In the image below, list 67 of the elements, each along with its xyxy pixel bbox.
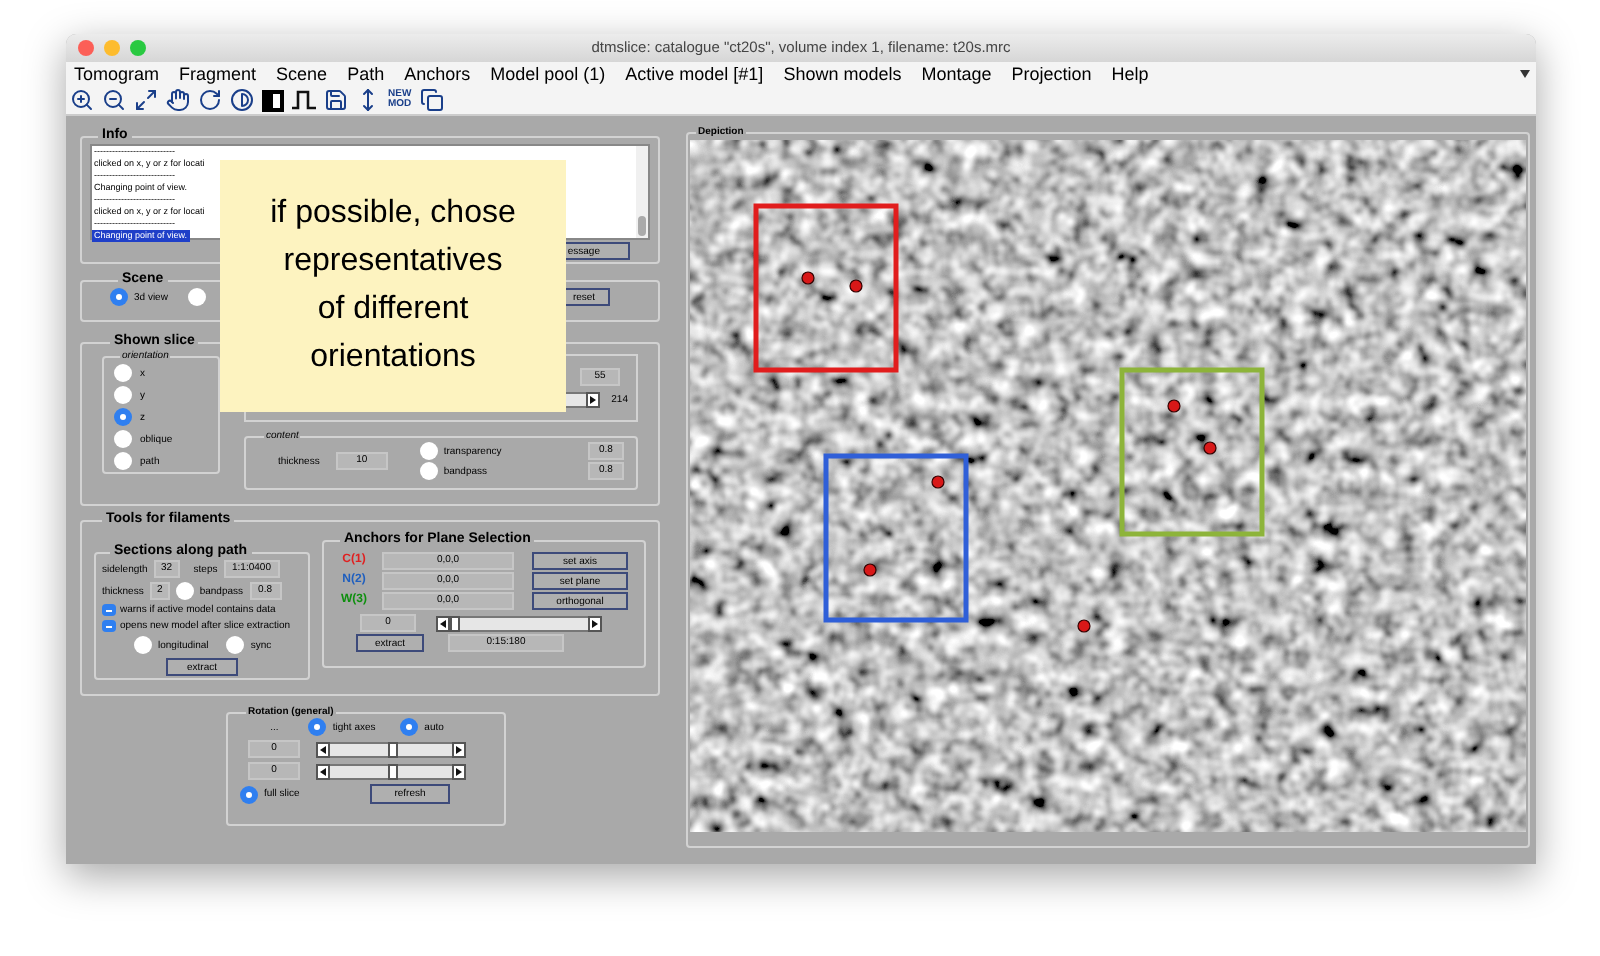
radio-button[interactable]	[419, 442, 438, 460]
radio-button[interactable]	[114, 408, 132, 426]
radio-button[interactable]	[134, 636, 152, 654]
radio-button[interactable]	[240, 785, 258, 803]
corner-arrow-icon	[1520, 70, 1530, 78]
checkbox[interactable]	[102, 604, 116, 616]
radio-button[interactable]	[114, 452, 132, 470]
right-triangle-icon	[456, 745, 462, 753]
scroll-right-button[interactable]	[588, 615, 602, 631]
menu-item[interactable]: Active model [#1]	[625, 63, 764, 85]
pulse-wave-icon[interactable]	[292, 90, 316, 110]
radio-button[interactable]	[226, 636, 245, 654]
scroll-left-button[interactable]	[316, 741, 330, 757]
scroll-left-button[interactable]	[436, 615, 450, 631]
marker-dot[interactable]	[801, 271, 815, 285]
checkbox[interactable]	[102, 620, 116, 632]
selection-box[interactable]	[753, 203, 899, 373]
selection-box[interactable]	[823, 453, 969, 623]
right-triangle-icon	[456, 767, 462, 775]
marker-dot[interactable]	[863, 563, 877, 577]
slider-thumb[interactable]	[387, 763, 397, 779]
scroll-left-button[interactable]	[316, 763, 330, 779]
radio-button[interactable]	[419, 462, 438, 480]
marker-dot[interactable]	[1167, 399, 1181, 413]
marker-dot[interactable]	[1203, 441, 1217, 455]
radio-button[interactable]	[110, 288, 128, 306]
rotate-icon[interactable]	[198, 88, 222, 112]
marker-dot[interactable]	[1077, 619, 1091, 633]
left-triangle-icon	[320, 745, 326, 753]
menu-item[interactable]: Help	[1111, 63, 1149, 85]
right-triangle-icon	[592, 619, 598, 627]
menu-item[interactable]: Tomogram	[74, 63, 160, 85]
save-icon[interactable]	[324, 88, 348, 112]
marker-dot[interactable]	[849, 279, 863, 293]
menu-item[interactable]: Anchors	[404, 63, 471, 85]
zoom-in-icon[interactable]	[70, 88, 94, 112]
scroll-right-button[interactable]	[452, 763, 466, 779]
menu-item[interactable]: Scene	[276, 63, 328, 85]
radio-button[interactable]	[400, 718, 419, 736]
scrollbar[interactable]	[636, 146, 648, 238]
hand-icon[interactable]	[166, 88, 190, 112]
zoom-out-icon[interactable]	[102, 88, 126, 112]
slider-thumb[interactable]	[450, 615, 461, 631]
menu-item[interactable]: Model pool (1)	[490, 63, 606, 85]
note-text: if possible, chose representatives of different orientations	[269, 194, 517, 378]
half-square-icon[interactable]	[262, 89, 284, 111]
radio-button[interactable]	[114, 430, 132, 448]
marker-dot[interactable]	[931, 475, 945, 489]
menu-item[interactable]: Fragment	[179, 63, 257, 85]
copy-icon[interactable]	[419, 88, 444, 112]
radio-button[interactable]	[187, 288, 206, 306]
left-triangle-icon	[440, 619, 446, 627]
right-triangle-icon	[589, 396, 596, 404]
menu-item[interactable]: Projection	[1011, 63, 1092, 85]
menu-item[interactable]: Shown models	[783, 63, 902, 85]
radio-button[interactable]	[114, 386, 132, 404]
slider-thumb[interactable]	[387, 741, 397, 757]
menu-item[interactable]: Path	[347, 63, 385, 85]
menu-item[interactable]: Montage	[921, 63, 992, 85]
contrast-icon[interactable]	[230, 88, 254, 112]
left-triangle-icon	[320, 767, 326, 775]
expand-icon[interactable]	[134, 88, 158, 112]
radio-button[interactable]	[114, 364, 132, 382]
selection-box[interactable]	[1119, 367, 1265, 537]
radio-button[interactable]	[308, 718, 327, 736]
radio-button[interactable]	[175, 582, 194, 600]
scroll-right-button[interactable]	[452, 741, 466, 757]
